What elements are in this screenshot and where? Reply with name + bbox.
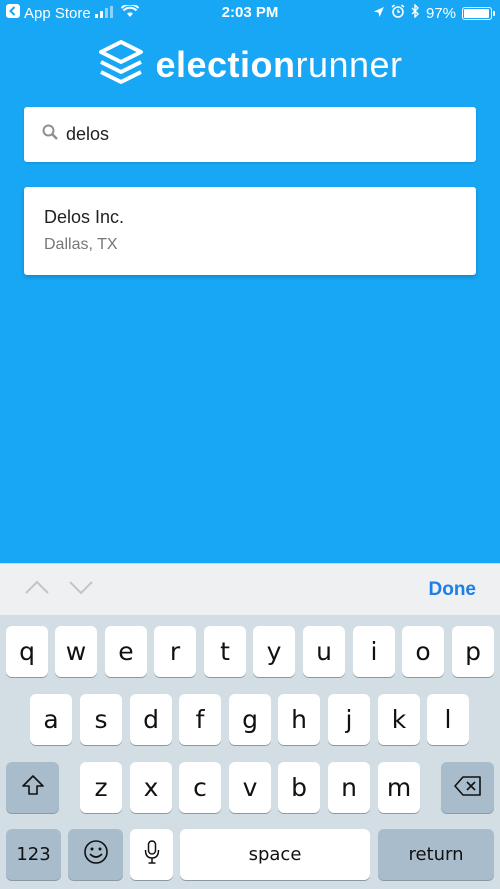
- status-bar: App Store 2:03 PM 97%: [0, 0, 500, 26]
- dictation-key[interactable]: [130, 829, 173, 880]
- key-v[interactable]: v: [229, 762, 271, 813]
- key-d[interactable]: d: [130, 694, 172, 745]
- done-button[interactable]: Done: [429, 579, 477, 601]
- key-g[interactable]: g: [229, 694, 271, 745]
- key-u[interactable]: u: [303, 626, 345, 677]
- key-a[interactable]: a: [30, 694, 72, 745]
- logo-text-bold: election: [155, 44, 296, 85]
- list-item[interactable]: Delos Inc. Dallas, TX: [24, 187, 476, 275]
- result-name: Delos Inc.: [44, 207, 125, 227]
- key-y[interactable]: y: [253, 626, 295, 677]
- key-l[interactable]: l: [427, 694, 469, 745]
- key-s[interactable]: s: [80, 694, 122, 745]
- key-p[interactable]: p: [452, 626, 494, 677]
- alarm-icon: [391, 4, 405, 22]
- space-key[interactable]: space: [180, 829, 370, 880]
- shift-arrow-icon: [21, 773, 45, 802]
- logo-wordmark: electionrunner: [155, 44, 402, 86]
- key-k[interactable]: k: [378, 694, 420, 745]
- backspace-key[interactable]: [441, 762, 494, 813]
- numbers-key[interactable]: 123: [6, 829, 61, 880]
- logo-text-light: runner: [295, 44, 403, 85]
- key-q[interactable]: q: [6, 626, 48, 677]
- battery-level-fill: [464, 8, 490, 18]
- key-x[interactable]: x: [130, 762, 172, 813]
- return-key[interactable]: return: [378, 829, 494, 880]
- search-box[interactable]: [24, 107, 476, 162]
- status-right: 97%: [373, 3, 495, 22]
- result-location: Dallas, TX: [44, 236, 118, 253]
- key-o[interactable]: o: [402, 626, 444, 677]
- key-t[interactable]: t: [204, 626, 246, 677]
- key-w[interactable]: w: [55, 626, 97, 677]
- emoji-smile-icon: [83, 839, 109, 871]
- chevron-down-icon[interactable]: [68, 578, 94, 601]
- stack-layers-icon: [97, 39, 145, 91]
- emoji-key[interactable]: [68, 829, 123, 880]
- chevron-up-icon[interactable]: [24, 578, 50, 601]
- key-j[interactable]: j: [328, 694, 370, 745]
- app-logo: electionrunner: [0, 39, 500, 91]
- key-i[interactable]: i: [353, 626, 395, 677]
- location-arrow-icon: [373, 5, 385, 22]
- key-m[interactable]: m: [378, 762, 420, 813]
- shift-key[interactable]: [6, 762, 59, 813]
- keyboard-accessory-bar: Done: [0, 563, 500, 615]
- key-h[interactable]: h: [278, 694, 320, 745]
- microphone-icon: [144, 839, 160, 871]
- search-input[interactable]: [66, 124, 446, 145]
- bluetooth-icon: [411, 3, 420, 22]
- key-n[interactable]: n: [328, 762, 370, 813]
- backspace-icon: [453, 773, 482, 802]
- search-icon: [42, 124, 58, 145]
- keyboard: q w e r t y u i o p a s d f g h j k l z …: [0, 615, 500, 889]
- key-c[interactable]: c: [179, 762, 221, 813]
- battery-icon: [462, 6, 495, 20]
- battery-percent: 97%: [425, 4, 456, 22]
- key-f[interactable]: f: [179, 694, 221, 745]
- key-e[interactable]: e: [105, 626, 147, 677]
- key-z[interactable]: z: [80, 762, 122, 813]
- key-r[interactable]: r: [154, 626, 196, 677]
- key-b[interactable]: b: [278, 762, 320, 813]
